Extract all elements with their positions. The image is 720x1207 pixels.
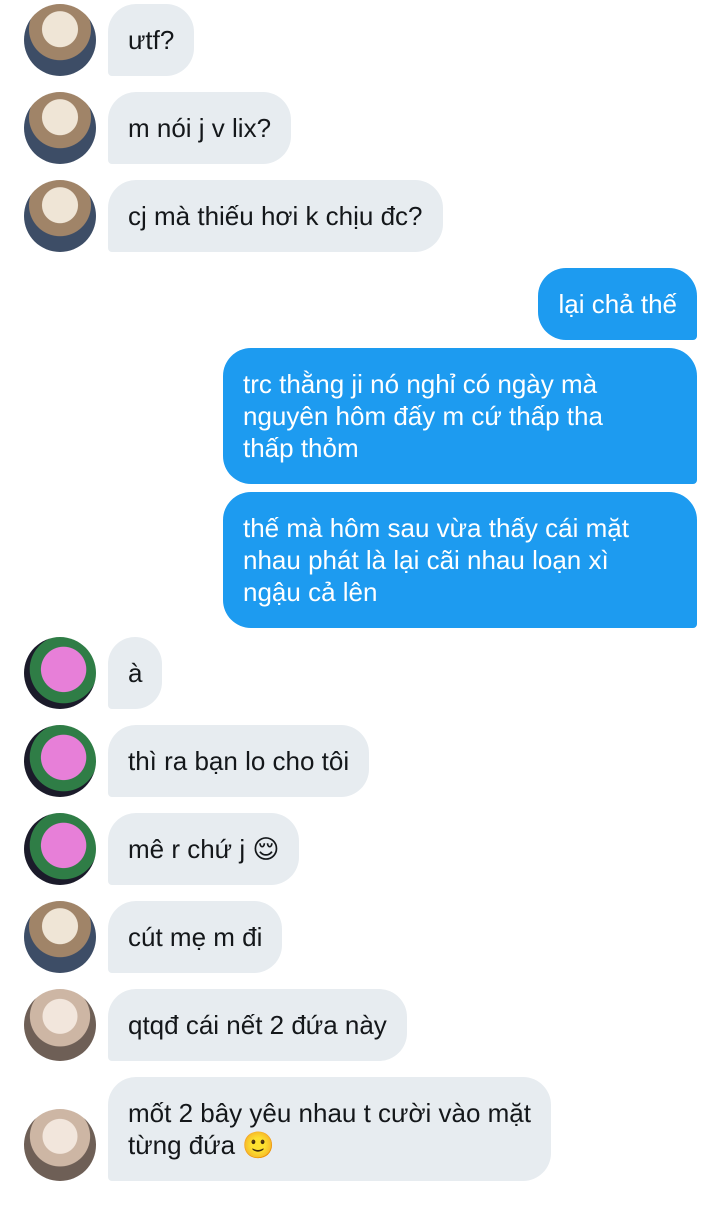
sent-message-bubble: thế mà hôm sau vừa thấy cái mặt nhau phá… (223, 492, 697, 628)
sender-avatar[interactable] (24, 813, 96, 885)
sender-avatar[interactable] (24, 1109, 96, 1181)
received-message-bubble: cút mẹ m đi (108, 901, 283, 973)
sender-avatar[interactable] (24, 637, 96, 709)
received-message-bubble: qtqđ cái nết 2 đứa này (108, 989, 407, 1061)
sent-message-bubble: lại chả thế (538, 268, 697, 340)
sender-avatar[interactable] (24, 180, 96, 252)
received-message-bubble: mê r chứ j 😌 (108, 813, 300, 885)
sender-avatar[interactable] (24, 725, 96, 797)
received-message-bubble: m nói j v lix? (108, 92, 292, 164)
sender-avatar[interactable] (24, 901, 96, 973)
sent-message-bubble: trc thằng ji nó nghỉ có ngày mà nguyên h… (223, 348, 697, 484)
sender-avatar[interactable] (24, 989, 96, 1061)
sender-avatar[interactable] (24, 92, 96, 164)
received-message-bubble: mốt 2 bây yêu nhau t cười vào mặt từng đ… (108, 1077, 551, 1181)
received-message-bubble: à (108, 637, 163, 709)
received-message-bubble: ưtf? (108, 4, 195, 76)
received-message-bubble: thì ra bạn lo cho tôi (108, 725, 370, 797)
received-message-bubble: cj mà thiếu hơi k chịu đc? (108, 180, 443, 252)
sender-avatar[interactable] (24, 4, 96, 76)
